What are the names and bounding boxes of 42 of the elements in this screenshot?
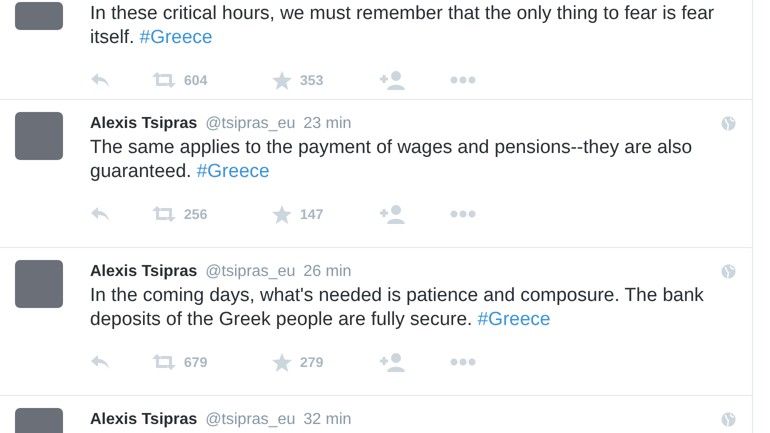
favorite-count: 147 (300, 204, 324, 224)
follow-icon[interactable] (380, 70, 406, 90)
reply-icon[interactable] (90, 72, 110, 88)
retweet-count: 256 (184, 204, 208, 224)
globe-icon (721, 412, 736, 428)
avatar-photo[interactable] (15, 112, 63, 160)
author-handle[interactable]: @tsipras_eu (205, 112, 296, 136)
retweet-icon[interactable] (152, 72, 176, 88)
tweet-time[interactable]: 32 min (303, 408, 352, 432)
retweet-icon[interactable] (152, 354, 176, 370)
hashtag-link[interactable]: #Greece (140, 27, 212, 48)
avatar-photo[interactable] (15, 260, 63, 308)
favorite-count: 279 (300, 352, 324, 372)
star-icon[interactable] (272, 204, 292, 224)
reply-icon[interactable] (90, 206, 110, 222)
hashtag-link[interactable]: #Greece (196, 161, 270, 182)
hashtag-link[interactable]: #Greece (478, 309, 550, 330)
tweet-text: In these critical hours, we must remember that the only thing to fear is fear itself. #Greece (90, 2, 716, 50)
author-name[interactable]: Alexis Tsipras (90, 260, 198, 284)
author-name[interactable]: Alexis Tsipras (90, 408, 198, 432)
tweet-text: In the coming days, what's needed is patience and composure. The bank deposits of the Greek people are fully secure. #Greece (90, 284, 705, 332)
retweet-icon[interactable] (152, 206, 176, 222)
author-name[interactable]: Alexis Tsipras (90, 112, 198, 136)
globe-icon (721, 116, 736, 132)
tweet-time[interactable]: 23 min (303, 112, 352, 136)
star-icon[interactable] (272, 352, 292, 372)
globe-icon (721, 264, 736, 280)
avatar-photo[interactable] (15, 2, 63, 30)
author-handle[interactable]: @tsipras_eu (205, 408, 296, 432)
more-icon[interactable] (450, 210, 476, 218)
favorite-count: 353 (300, 70, 324, 90)
star-icon[interactable] (272, 70, 292, 90)
author-handle[interactable]: @tsipras_eu (205, 260, 296, 284)
more-icon[interactable] (450, 76, 476, 84)
tweet-time[interactable]: 26 min (303, 260, 352, 284)
follow-icon[interactable] (380, 204, 406, 224)
tweet-text: The same applies to the payment of wages and pensions--they are also guaranteed. #Greece (90, 136, 694, 184)
more-icon[interactable] (450, 358, 476, 366)
follow-icon[interactable] (380, 352, 406, 372)
retweet-count: 604 (184, 70, 208, 90)
retweet-count: 679 (184, 352, 208, 372)
reply-icon[interactable] (90, 354, 110, 370)
